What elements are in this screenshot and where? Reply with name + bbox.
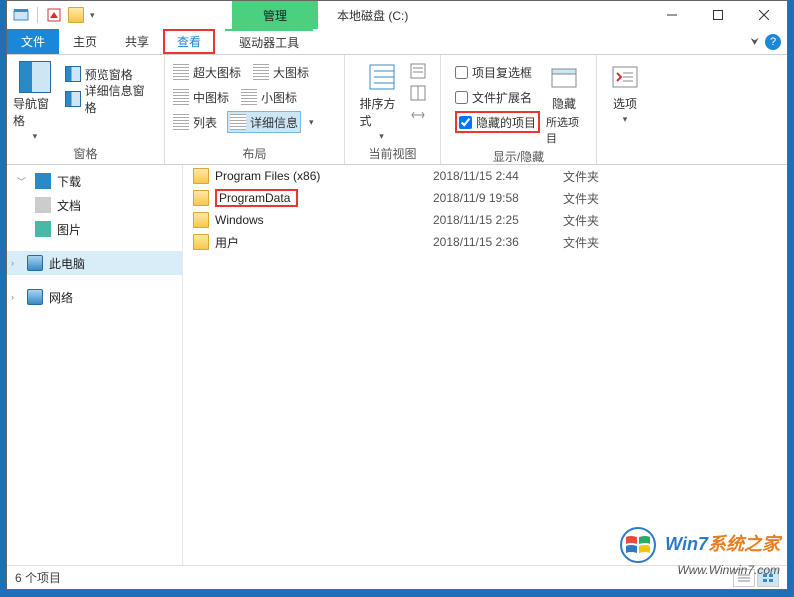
file-list[interactable]: Program Files (x86)2018/11/15 2:44文件夹Pro…	[183, 165, 787, 565]
group-show-hide-label: 显示/隐藏	[447, 146, 590, 167]
large-icons-button[interactable]: 大图标	[251, 61, 311, 83]
tab-file[interactable]: 文件	[7, 29, 59, 54]
hide-icon	[548, 61, 580, 93]
folder-icon	[193, 190, 209, 206]
file-name: ProgramData	[215, 189, 298, 207]
minimize-button[interactable]	[649, 1, 695, 29]
close-button[interactable]	[741, 1, 787, 29]
app-icon	[13, 7, 29, 23]
ribbon-tabs: 文件 主页 共享 查看 驱动器工具 ⮟ ?	[7, 29, 787, 55]
navigation-pane-button[interactable]: 导航窗格 ▾	[13, 59, 57, 142]
file-name: Windows	[215, 213, 264, 227]
details-view-button[interactable]: 详细信息	[227, 111, 301, 133]
file-type: 文件夹	[563, 234, 643, 251]
file-name: 用户	[215, 234, 239, 251]
group-layout-label: 布局	[171, 143, 338, 164]
qat-dropdown-icon[interactable]: ▾	[90, 10, 95, 21]
size-columns-icon[interactable]	[410, 107, 426, 123]
file-row[interactable]: 用户 2018/11/15 2:36文件夹	[183, 231, 787, 253]
file-name: Program Files (x86)	[215, 169, 320, 183]
help-icon[interactable]: ?	[765, 34, 781, 50]
sort-icon	[366, 61, 398, 93]
layout-more-icon[interactable]: ▾	[309, 117, 314, 128]
details-pane-button[interactable]: 详细信息窗格	[63, 88, 158, 110]
sort-by-button[interactable]: 排序方式 ▾	[360, 59, 404, 142]
qat-properties-icon[interactable]	[46, 7, 62, 23]
medium-icons-button[interactable]: 中图标	[171, 86, 231, 108]
file-type: 文件夹	[563, 168, 643, 185]
nav-this-pc[interactable]: ›此电脑	[7, 251, 182, 275]
file-row[interactable]: ProgramData 2018/11/9 19:58文件夹	[183, 187, 787, 209]
nav-downloads[interactable]: ﹀下载	[7, 169, 182, 193]
add-columns-icon[interactable]	[410, 85, 426, 101]
list-view-button[interactable]: 列表	[171, 111, 219, 133]
ribbon-collapse-icon[interactable]: ⮟	[751, 37, 760, 48]
folder-icon	[193, 234, 209, 250]
contextual-tab-manage[interactable]: 管理	[232, 1, 318, 29]
file-date: 2018/11/15 2:36	[433, 235, 563, 249]
group-by-icon[interactable]	[410, 63, 426, 79]
tab-view[interactable]: 查看	[163, 29, 215, 54]
maximize-button[interactable]	[695, 1, 741, 29]
tab-home[interactable]: 主页	[59, 29, 111, 54]
navigation-tree[interactable]: ﹀下载 文档 图片 ›此电脑 ›网络	[7, 165, 183, 565]
file-date: 2018/11/15 2:44	[433, 169, 563, 183]
nav-network[interactable]: ›网络	[7, 285, 182, 309]
file-extensions-toggle[interactable]: 文件扩展名	[455, 86, 540, 108]
item-checkboxes-toggle[interactable]: 项目复选框	[455, 61, 540, 83]
nav-documents[interactable]: 文档	[7, 193, 182, 217]
file-date: 2018/11/15 2:25	[433, 213, 563, 227]
hide-selected-button[interactable]: 隐藏 所选项目	[546, 59, 582, 146]
title-bar: ▾ 管理 本地磁盘 (C:)	[7, 1, 787, 29]
small-icons-button[interactable]: 小图标	[239, 86, 299, 108]
nav-pictures[interactable]: 图片	[7, 217, 182, 241]
tab-drive-tools[interactable]: 驱动器工具	[225, 29, 313, 54]
options-icon	[609, 61, 641, 93]
window-title: 本地磁盘 (C:)	[337, 7, 408, 24]
nav-pane-label: 导航窗格	[13, 95, 57, 129]
ribbon-view: 导航窗格 ▾ 预览窗格 详细信息窗格 窗格 超大图标 大图标 中图标 小图标	[7, 55, 787, 165]
extra-large-icons-button[interactable]: 超大图标	[171, 61, 243, 83]
file-type: 文件夹	[563, 212, 643, 229]
status-item-count: 6 个项目	[15, 569, 61, 586]
file-row[interactable]: Program Files (x86) 2018/11/15 2:44文件夹	[183, 165, 787, 187]
qat-newfolder-icon[interactable]	[68, 7, 84, 23]
folder-icon	[193, 168, 209, 184]
options-button[interactable]: 选项 ▾	[603, 59, 647, 125]
file-type: 文件夹	[563, 190, 643, 207]
file-date: 2018/11/9 19:58	[433, 191, 563, 205]
file-row[interactable]: Windows 2018/11/15 2:25文件夹	[183, 209, 787, 231]
hidden-items-toggle[interactable]: 隐藏的项目	[455, 111, 540, 133]
group-current-view-label: 当前视图	[351, 143, 434, 164]
group-panes-label: 窗格	[13, 143, 158, 164]
folder-icon	[193, 212, 209, 228]
watermark: Win7系统之家 Www.Winwin7.com	[620, 527, 780, 577]
tab-share[interactable]: 共享	[111, 29, 163, 54]
